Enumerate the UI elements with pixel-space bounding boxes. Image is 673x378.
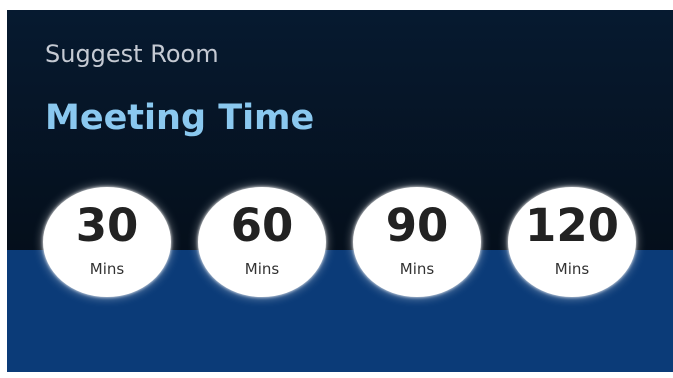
duration-value: 90 <box>385 199 449 252</box>
duration-unit: Mins <box>554 260 590 278</box>
duration-unit: Mins <box>399 260 435 278</box>
meeting-time-panel: Suggest Room Meeting Time 30 Mins 60 Min… <box>7 10 673 372</box>
duration-option-60[interactable]: 60 Mins <box>198 187 326 297</box>
duration-unit: Mins <box>89 260 125 278</box>
duration-value: 30 <box>75 199 139 252</box>
duration-option-30[interactable]: 30 Mins <box>43 187 171 297</box>
duration-option-120[interactable]: 120 Mins <box>508 187 636 297</box>
duration-value: 120 <box>525 199 619 252</box>
duration-options: 30 Mins 60 Mins 90 Mins 120 Mins <box>43 187 643 297</box>
screen-subtitle: Suggest Room <box>45 40 219 68</box>
duration-option-90[interactable]: 90 Mins <box>353 187 481 297</box>
duration-value: 60 <box>230 199 294 252</box>
screen-title: Meeting Time <box>45 98 315 138</box>
duration-unit: Mins <box>244 260 280 278</box>
